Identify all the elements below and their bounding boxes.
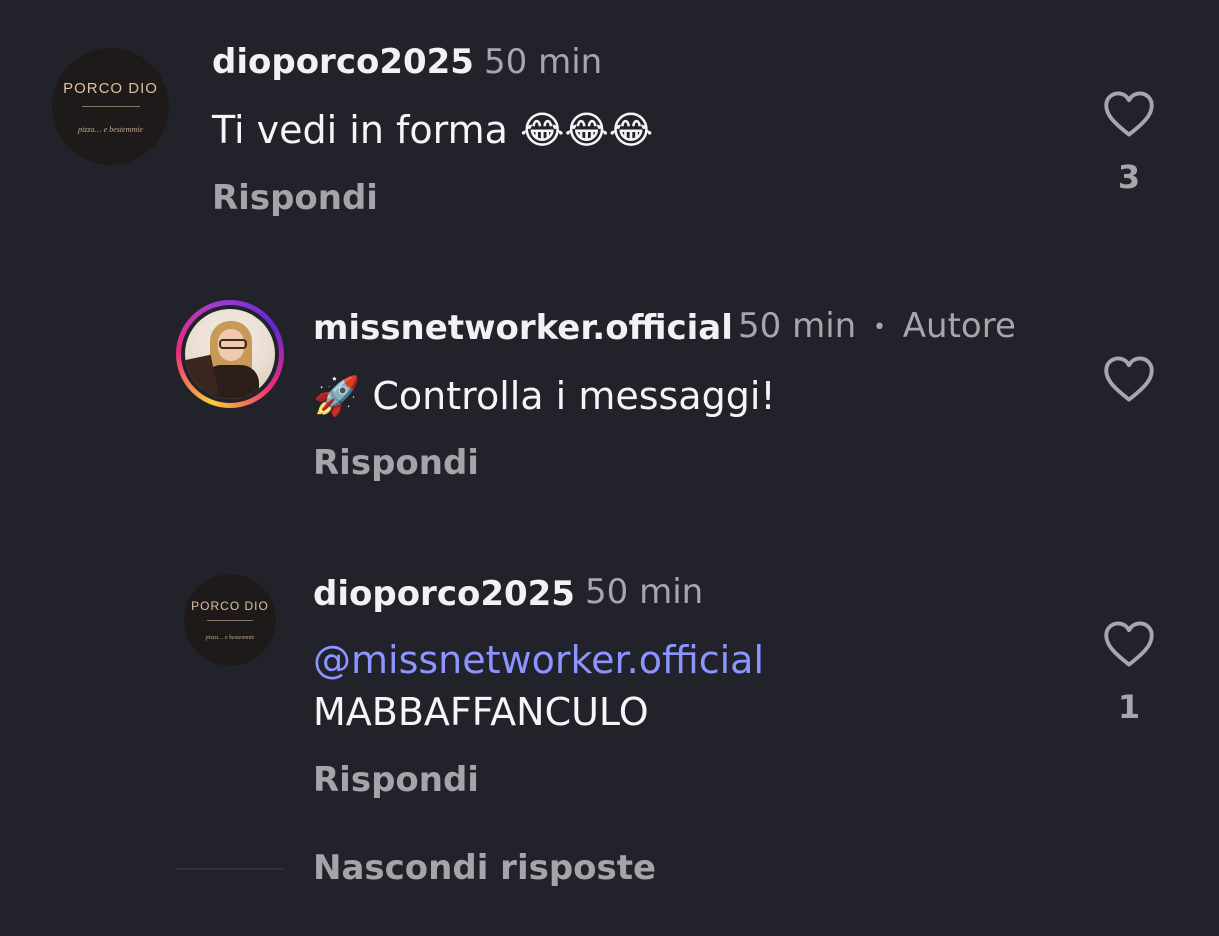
avatar-tagline: pizza… e bestemmie [205, 635, 255, 641]
avatar-tagline: pizza… e bestemmie [78, 124, 143, 134]
avatar[interactable]: PORCO DIO pizza… e bestemmie [184, 574, 276, 666]
avatar [185, 309, 275, 399]
heart-outline-icon[interactable] [1103, 620, 1155, 668]
mention-link[interactable]: @missnetworker.official [313, 638, 764, 682]
like-count: 3 [1117, 158, 1141, 196]
avatar-rule [81, 105, 140, 107]
username[interactable]: missnetworker.official [313, 308, 733, 348]
separator-dot: • [873, 315, 886, 340]
heart-outline-icon[interactable] [1103, 90, 1155, 138]
username[interactable]: dioporco2025 [212, 42, 474, 82]
author-badge: Autore [902, 306, 1016, 346]
avatar-brand: PORCO DIO [191, 599, 269, 613]
reply-button[interactable]: Rispondi [212, 178, 378, 218]
hide-replies-button[interactable]: Nascondi risposte [313, 848, 656, 888]
timestamp: 50 min • Autore [738, 306, 1016, 346]
timestamp-text: 50 min [738, 306, 857, 346]
comment-text: Ti vedi in forma 😂😂😂 [212, 108, 654, 152]
avatar-gap [181, 305, 279, 403]
avatar-rule [207, 620, 253, 621]
username[interactable]: dioporco2025 [313, 574, 575, 614]
heart-outline-icon[interactable] [1103, 355, 1155, 403]
timestamp: 50 min [585, 572, 704, 612]
replies-divider [176, 868, 284, 870]
like-count: 1 [1117, 688, 1141, 726]
avatar-brand: PORCO DIO [63, 79, 158, 97]
comment-text: MABBAFFANCULO [313, 690, 649, 734]
mention-text: @missnetworker.official [313, 638, 765, 682]
reply-button[interactable]: Rispondi [313, 443, 479, 483]
comment-text: 🚀 Controlla i messaggi! [313, 374, 776, 418]
avatar-story-ring[interactable] [176, 300, 284, 408]
avatar[interactable]: PORCO DIO pizza… e bestemmie [52, 48, 169, 165]
timestamp: 50 min [484, 42, 603, 82]
reply-button[interactable]: Rispondi [313, 760, 479, 800]
